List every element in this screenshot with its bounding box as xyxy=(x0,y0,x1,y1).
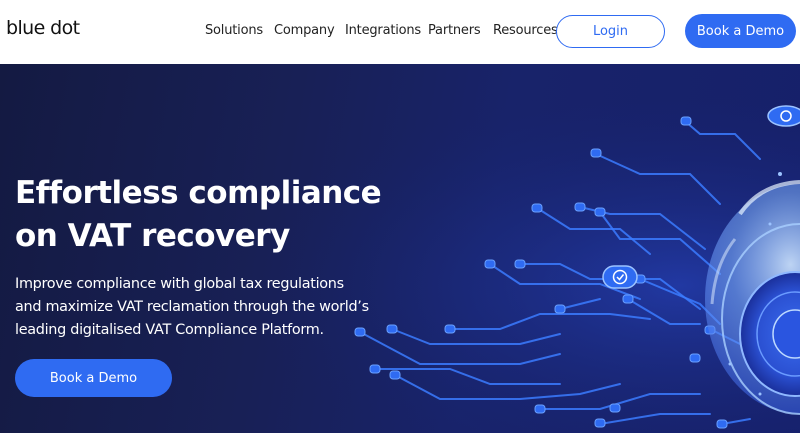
hero-subtitle-line-1: Improve compliance with global tax regul… xyxy=(15,276,344,292)
hero-title-line-1: Effortless compliance xyxy=(15,175,382,211)
hero-subtitle: Improve compliance with global tax regul… xyxy=(15,273,395,342)
check-badge-icon-top xyxy=(767,105,800,127)
site-header: blue dot Solutions Company Integrations … xyxy=(0,0,800,64)
book-demo-button-header[interactable]: Book a Demo xyxy=(685,14,796,48)
hero-section: Effortless compliance on VAT recovery Im… xyxy=(0,64,800,433)
nav-company[interactable]: Company xyxy=(274,23,335,38)
nav-solutions[interactable]: Solutions xyxy=(205,23,263,38)
hero-title: Effortless compliance on VAT recovery xyxy=(15,172,435,258)
nav-resources[interactable]: Resources xyxy=(493,23,558,38)
logo[interactable]: blue dot xyxy=(6,17,80,39)
login-button[interactable]: Login xyxy=(556,15,665,48)
hero-subtitle-line-3: leading digitalised VAT Compliance Platf… xyxy=(15,322,324,338)
hero-title-line-2: on VAT recovery xyxy=(15,218,290,254)
nav-integrations[interactable]: Integrations xyxy=(345,23,421,38)
nav-partners[interactable]: Partners xyxy=(428,23,481,38)
book-demo-button-hero[interactable]: Book a Demo xyxy=(15,359,172,397)
check-badge-icon xyxy=(602,265,638,289)
hero-subtitle-line-2: and maximize VAT reclamation through the… xyxy=(15,299,369,315)
